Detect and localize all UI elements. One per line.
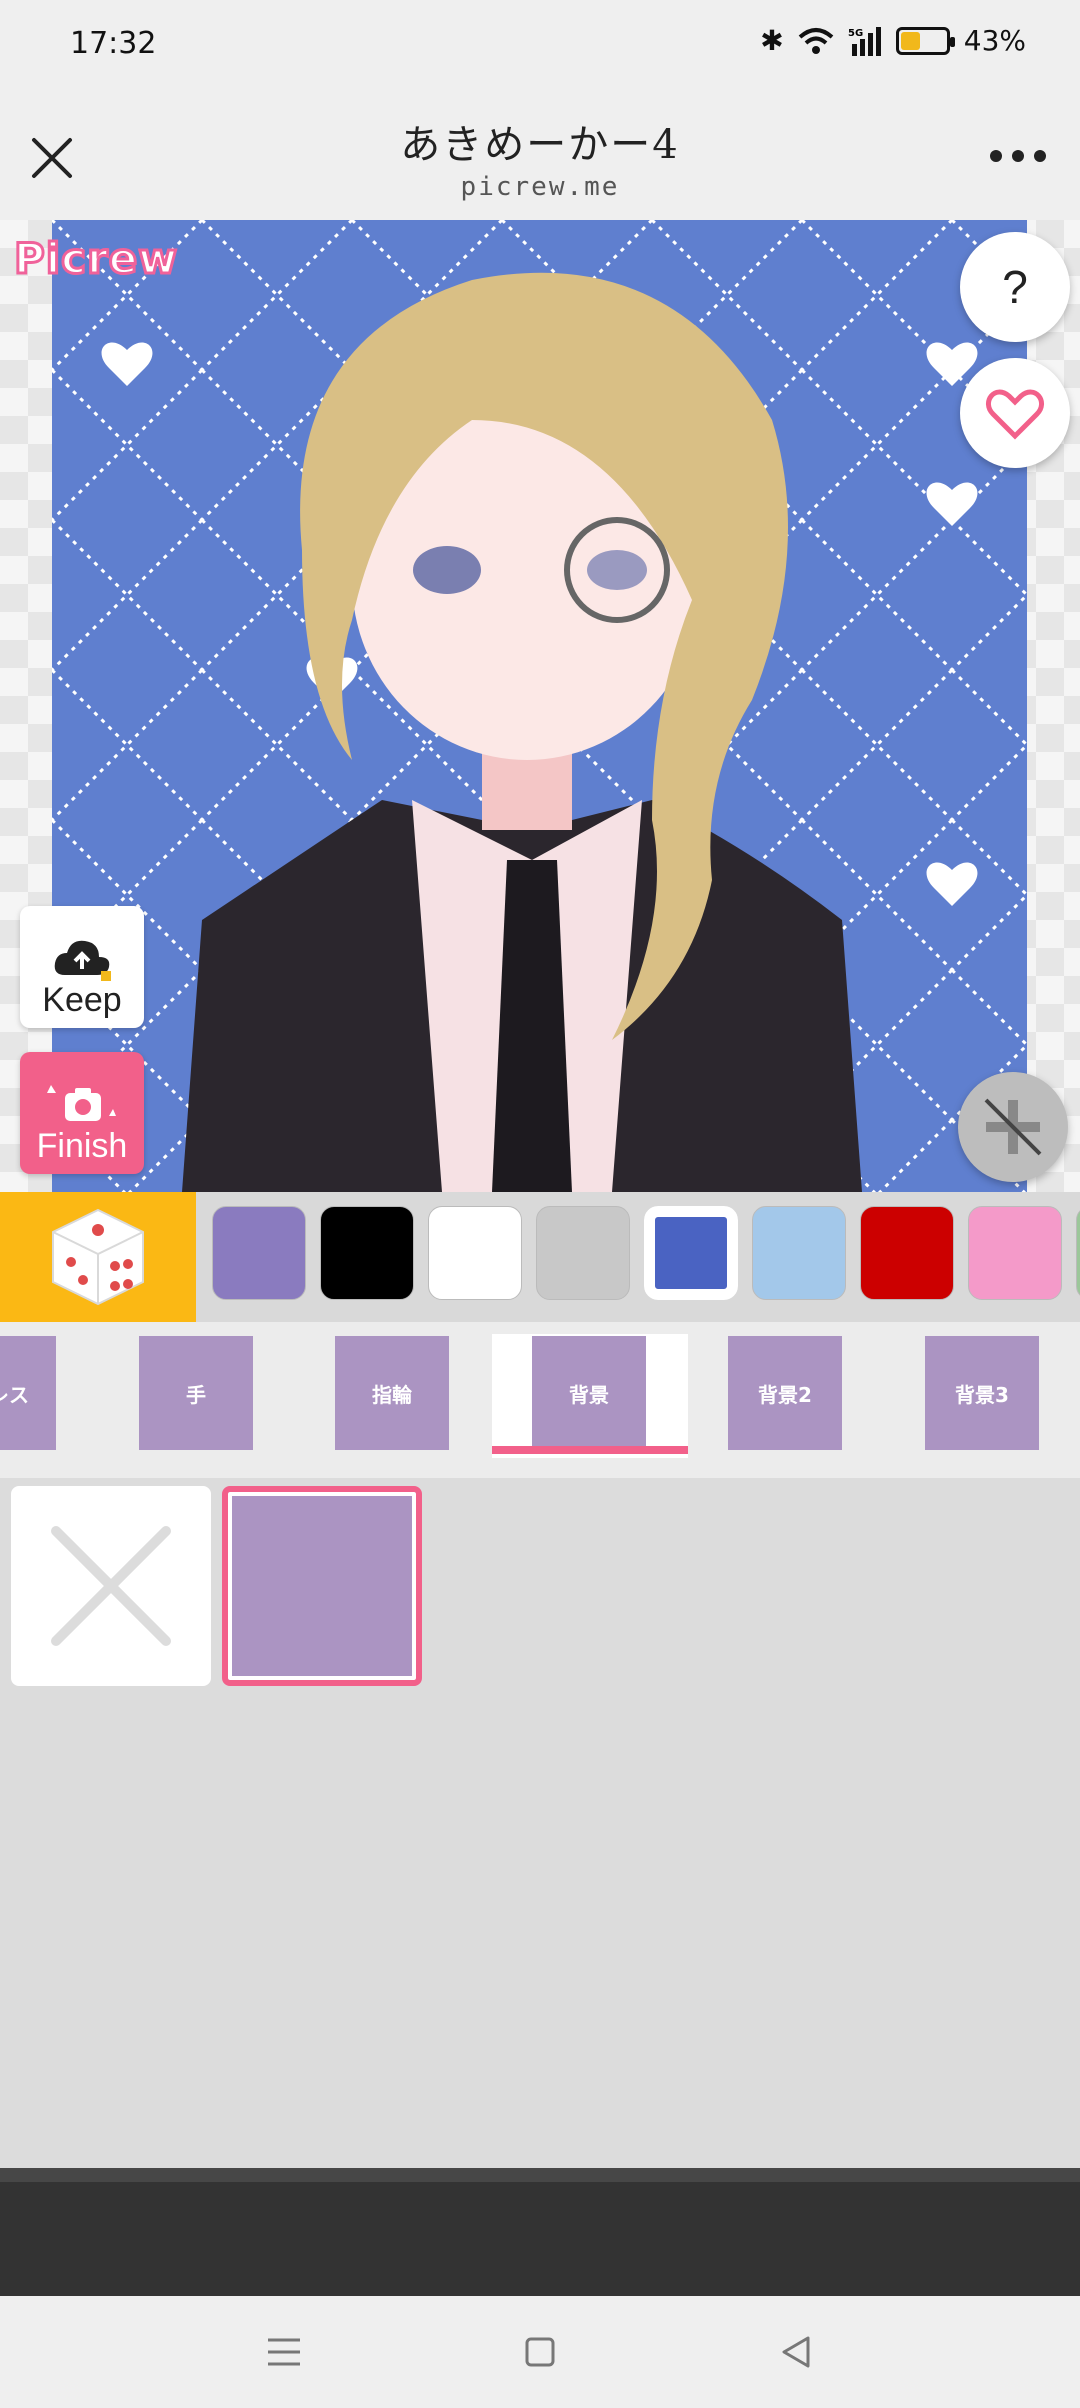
cloud-upload-icon — [54, 940, 111, 981]
help-button[interactable]: ? — [960, 232, 1070, 342]
header: あきめーかー4 picrew.me — [0, 96, 1080, 220]
battery-icon — [895, 26, 955, 55]
move-toggle-button[interactable] — [958, 1072, 1068, 1182]
signal-icon: 5G — [848, 26, 881, 56]
item-selected[interactable] — [222, 1486, 422, 1686]
tab-background-2[interactable]: 背景2 — [728, 1336, 842, 1450]
status-bar: 17:32 ✱ 5G 43% — [0, 0, 1080, 96]
color-swatch[interactable] — [860, 1206, 954, 1300]
page-title: あきめーかー4 — [400, 122, 680, 168]
color-palette — [0, 1192, 1080, 1322]
menu-icon[interactable] — [258, 2326, 310, 2378]
color-swatch[interactable] — [1076, 1206, 1080, 1300]
system-nav-bar — [0, 2296, 1080, 2408]
more-options-icon[interactable] — [990, 150, 1046, 166]
back-icon[interactable] — [770, 2326, 822, 2378]
color-swatch[interactable] — [212, 1206, 306, 1300]
avatar-canvas: Picrew ? Keep Finish — [0, 220, 1080, 1192]
color-swatch[interactable] — [320, 1206, 414, 1300]
battery-fill — [900, 31, 920, 50]
avatar-image — [52, 220, 1027, 1192]
tab-active-underline — [492, 1446, 688, 1454]
dice-icon — [52, 1208, 144, 1306]
keep-label: Keep — [42, 981, 122, 1019]
tab-bracelet[interactable]: ブレス — [0, 1336, 56, 1450]
color-swatch[interactable] — [644, 1206, 738, 1300]
tab-label: 背景3 — [955, 1382, 1009, 1407]
color-swatches — [212, 1206, 1080, 1300]
finish-label: Finish — [36, 1127, 128, 1165]
color-swatch[interactable] — [752, 1206, 846, 1300]
home-icon[interactable] — [514, 2326, 566, 2378]
page-subtitle: picrew.me — [460, 172, 620, 202]
status-time: 17:32 — [70, 26, 157, 61]
tab-label: 背景 — [569, 1382, 609, 1407]
wifi-icon — [798, 27, 834, 54]
item-none[interactable] — [11, 1486, 211, 1686]
color-swatch[interactable] — [428, 1206, 522, 1300]
battery-percent: 43% — [963, 24, 1026, 57]
camera-icon — [47, 1085, 116, 1121]
item-grid — [0, 1478, 1080, 2168]
finish-button[interactable]: Finish — [20, 1052, 144, 1174]
tab-background-3[interactable]: 背景3 — [925, 1336, 1039, 1450]
tab-label: 背景2 — [758, 1382, 812, 1407]
keep-button[interactable]: Keep — [20, 906, 144, 1028]
tab-label: 手 — [186, 1382, 206, 1407]
tab-label: ブレス — [0, 1382, 29, 1407]
favorite-button[interactable] — [960, 358, 1070, 468]
bluetooth-icon: ✱ — [760, 24, 784, 57]
tab-ring[interactable]: 指輪 — [335, 1336, 449, 1450]
picrew-logo: Picrew — [12, 233, 179, 285]
tab-background[interactable]: 背景 — [532, 1336, 646, 1450]
tab-hand[interactable]: 手 — [139, 1336, 253, 1450]
status-icons: ✱ 5G 43% — [760, 24, 1026, 57]
color-swatch[interactable] — [536, 1206, 630, 1300]
color-swatch[interactable] — [968, 1206, 1062, 1300]
tab-label: 指輪 — [372, 1382, 412, 1407]
bottom-bar — [0, 2168, 1080, 2296]
randomize-button[interactable] — [0, 1192, 196, 1322]
category-tabs: ブレス 手 指輪 背景 背景2 背景3 — [0, 1322, 1080, 1478]
move-disabled-icon — [984, 1098, 1042, 1156]
heart-icon — [985, 389, 1045, 440]
svg-text:5G: 5G — [848, 28, 863, 39]
none-icon — [51, 1526, 171, 1646]
